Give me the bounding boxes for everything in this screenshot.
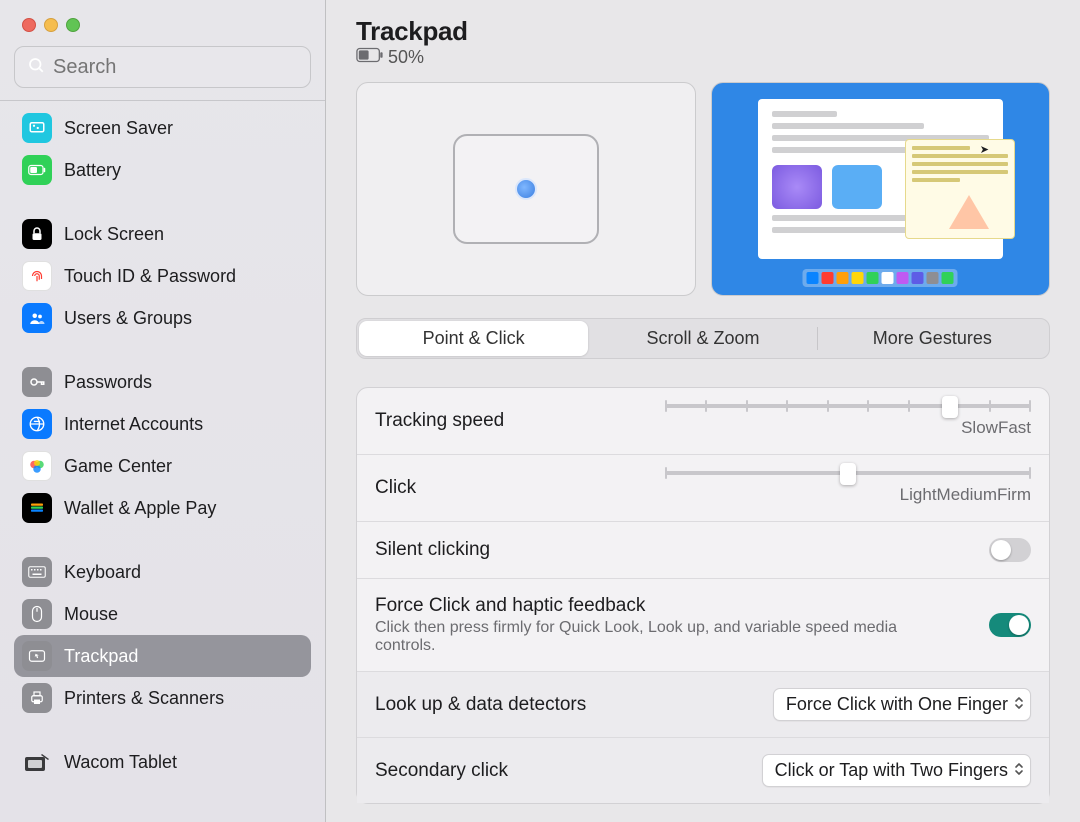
search-input[interactable] [53,56,318,79]
tracking-speed-row: Tracking speed Slow Fast [357,388,1049,455]
sidebar-item-label: Users & Groups [64,308,192,329]
click-label: Click [375,477,416,499]
keyboard-icon [22,557,52,587]
touchid-icon [22,261,52,291]
sidebar-item-wacom[interactable]: Wacom Tablet [14,741,311,783]
page-title: Trackpad [356,16,1050,47]
trackpad-icon [22,641,52,671]
chevron-updown-icon [1014,694,1024,715]
sidebar-item-label: Lock Screen [64,224,164,245]
users-icon [22,303,52,333]
secondary-click-value: Click or Tap with Two Fingers [775,760,1008,781]
main-content: Trackpad 50% [326,0,1080,822]
fullscreen-window-button[interactable] [66,18,80,32]
mouse-icon [22,599,52,629]
click-label-option: Medium [937,485,997,505]
sidebar-item-label: Passwords [64,372,152,393]
tab-more-gestures[interactable]: More Gestures [818,321,1047,356]
sidebar-item-label: Wallet & Apple Pay [64,498,216,519]
window-controls [0,0,325,40]
sidebar-item-touch-id[interactable]: Touch ID & Password [14,255,311,297]
sidebar-item-label: Keyboard [64,562,141,583]
sidebar-item-label: Mouse [64,604,118,625]
sidebar-item-battery[interactable]: Battery [14,149,311,191]
sidebar-item-game-center[interactable]: Game Center [14,445,311,487]
cursor-icon: ➤ [980,143,989,156]
click-label-option: Light [900,485,937,505]
secondary-click-label: Secondary click [375,760,508,782]
printers-icon [22,683,52,713]
sidebar-item-label: Screen Saver [64,118,173,139]
chevron-updown-icon [1014,760,1024,781]
secondary-click-select[interactable]: Click or Tap with Two Fingers [762,754,1031,787]
click-strength-slider[interactable] [665,471,1031,475]
sidebar-item-label: Internet Accounts [64,414,203,435]
gamecenter-icon [22,451,52,481]
wacom-icon [22,747,52,777]
tab-scroll-zoom[interactable]: Scroll & Zoom [588,321,817,356]
search-icon [27,56,45,79]
tab-point-click[interactable]: Point & Click [359,321,588,356]
lock-icon [22,219,52,249]
settings-panel: Tracking speed Slow Fast Click Light [356,387,1050,804]
lookup-label: Look up & data detectors [375,694,586,716]
silent-clicking-toggle[interactable] [989,538,1031,562]
sidebar-item-trackpad[interactable]: Trackpad [14,635,311,677]
sidebar: Screen Saver Battery Lock Screen Touch ID &… [0,0,326,822]
wallet-icon [22,493,52,523]
sidebar-item-label: Battery [64,160,121,181]
tracking-speed-max: Fast [998,418,1031,438]
sidebar-item-screen-saver[interactable]: Screen Saver [14,107,311,149]
internet-icon [22,409,52,439]
battery-icon [356,47,384,68]
force-click-row: Force Click and haptic feedback Click th… [357,579,1049,672]
settings-tabs: Point & ClickScroll & ZoomMore Gestures [356,318,1050,359]
battery-percent-label: 50% [388,47,424,68]
tracking-speed-label: Tracking speed [375,410,504,432]
silent-clicking-label: Silent clicking [375,539,490,561]
sidebar-item-label: Printers & Scanners [64,688,224,709]
search-field[interactable] [14,46,311,88]
force-click-sub: Click then press firmly for Quick Look, … [375,619,915,655]
battery-icon [22,155,52,185]
sidebar-item-users-groups[interactable]: Users & Groups [14,297,311,339]
sidebar-item-internet-accounts[interactable]: Internet Accounts [14,403,311,445]
sidebar-item-mouse[interactable]: Mouse [14,593,311,635]
secondary-click-row: Secondary click Click or Tap with Two Fi… [357,738,1049,803]
close-window-button[interactable] [22,18,36,32]
silent-clicking-row: Silent clicking [357,522,1049,579]
sidebar-item-label: Touch ID & Password [64,266,236,287]
sidebar-item-label: Game Center [64,456,172,477]
lookup-row: Look up & data detectors Force Click wit… [357,672,1049,738]
click-row: Click LightMediumFirm [357,455,1049,522]
tracking-speed-slider[interactable] [665,404,1031,408]
sidebar-item-lock-screen[interactable]: Lock Screen [14,213,311,255]
sidebar-item-printers[interactable]: Printers & Scanners [14,677,311,719]
trackpad-gesture-preview [356,82,696,296]
passwords-icon [22,367,52,397]
lookup-value: Force Click with One Finger [786,694,1008,715]
desktop-preview: ➤ [711,82,1051,296]
sidebar-item-label: Wacom Tablet [64,752,177,773]
sidebar-item-wallet[interactable]: Wallet & Apple Pay [14,487,311,529]
lookup-select[interactable]: Force Click with One Finger [773,688,1031,721]
battery-status: 50% [356,47,1050,68]
screensaver-icon [22,113,52,143]
sidebar-item-keyboard[interactable]: Keyboard [14,551,311,593]
force-click-toggle[interactable] [989,613,1031,637]
minimize-window-button[interactable] [44,18,58,32]
click-label-option: Firm [997,485,1031,505]
sidebar-item-label: Trackpad [64,646,138,667]
force-click-label: Force Click and haptic feedback [375,595,915,617]
tracking-speed-min: Slow [961,418,998,438]
sidebar-item-passwords[interactable]: Passwords [14,361,311,403]
